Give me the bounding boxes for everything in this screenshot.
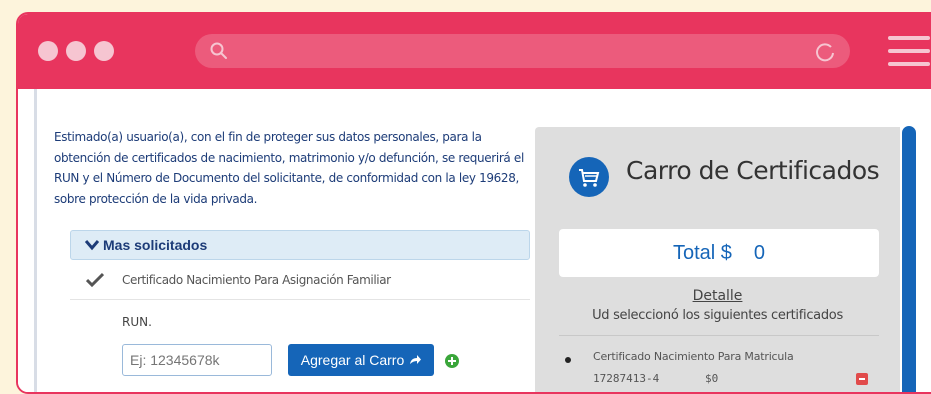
menu-icon[interactable]: [888, 36, 930, 68]
cart-item-run: 17287413-4: [593, 372, 660, 385]
page-content: Estimado(a) usuario(a), con el fin de pr…: [18, 89, 931, 392]
list-bullet: [565, 357, 571, 363]
add-to-cart-button[interactable]: Agregar al Carro: [288, 344, 434, 376]
cart-item-name: Certificado Nacimiento Para Matricula: [593, 350, 794, 363]
add-more-icon[interactable]: [445, 354, 459, 368]
certificate-option-label: Certificado Nacimiento Para Asignación F…: [122, 273, 391, 287]
certificate-option-row[interactable]: Certificado Nacimiento Para Asignación F…: [70, 260, 530, 300]
section-header-mas-solicitados[interactable]: Mas solicitados: [70, 230, 530, 260]
browser-titlebar: [18, 14, 931, 89]
cart-item-price: $0: [705, 372, 719, 385]
address-bar[interactable]: [195, 34, 850, 68]
shopping-cart-icon: [569, 157, 609, 197]
browser-window: Estimado(a) usuario(a), con el fin de pr…: [16, 12, 931, 394]
window-dot-minimize[interactable]: [66, 41, 86, 61]
detail-subtitle: Ud seleccionó los siguientes certificado…: [592, 308, 843, 323]
window-dot-close[interactable]: [38, 41, 58, 61]
remove-item-icon[interactable]: [856, 373, 868, 385]
chevron-down-icon: [85, 240, 99, 251]
cart-title: Carro de Certificados: [626, 156, 880, 185]
divider: [559, 335, 879, 336]
checkmark-icon[interactable]: [86, 272, 104, 288]
window-dot-maximize[interactable]: [94, 41, 114, 61]
total-label: Total $: [672, 241, 732, 264]
scrollbar[interactable]: [902, 126, 916, 392]
reload-icon[interactable]: [814, 41, 836, 63]
page-left-border: [34, 89, 37, 392]
total-value: 0: [753, 241, 766, 264]
detail-link[interactable]: Detalle: [535, 288, 900, 304]
share-arrow-icon: [410, 355, 422, 364]
run-label: RUN.: [122, 315, 152, 329]
search-icon: [210, 42, 227, 59]
section-header-label: Mas solicitados: [103, 237, 208, 253]
run-input[interactable]: [122, 344, 272, 376]
cart-total: Total $ 0: [559, 229, 879, 277]
cart-panel: Carro de Certificados Total $ 0 Detalle …: [535, 127, 900, 392]
privacy-notice: Estimado(a) usuario(a), con el fin de pr…: [54, 130, 524, 206]
add-to-cart-label: Agregar al Carro: [300, 352, 405, 368]
